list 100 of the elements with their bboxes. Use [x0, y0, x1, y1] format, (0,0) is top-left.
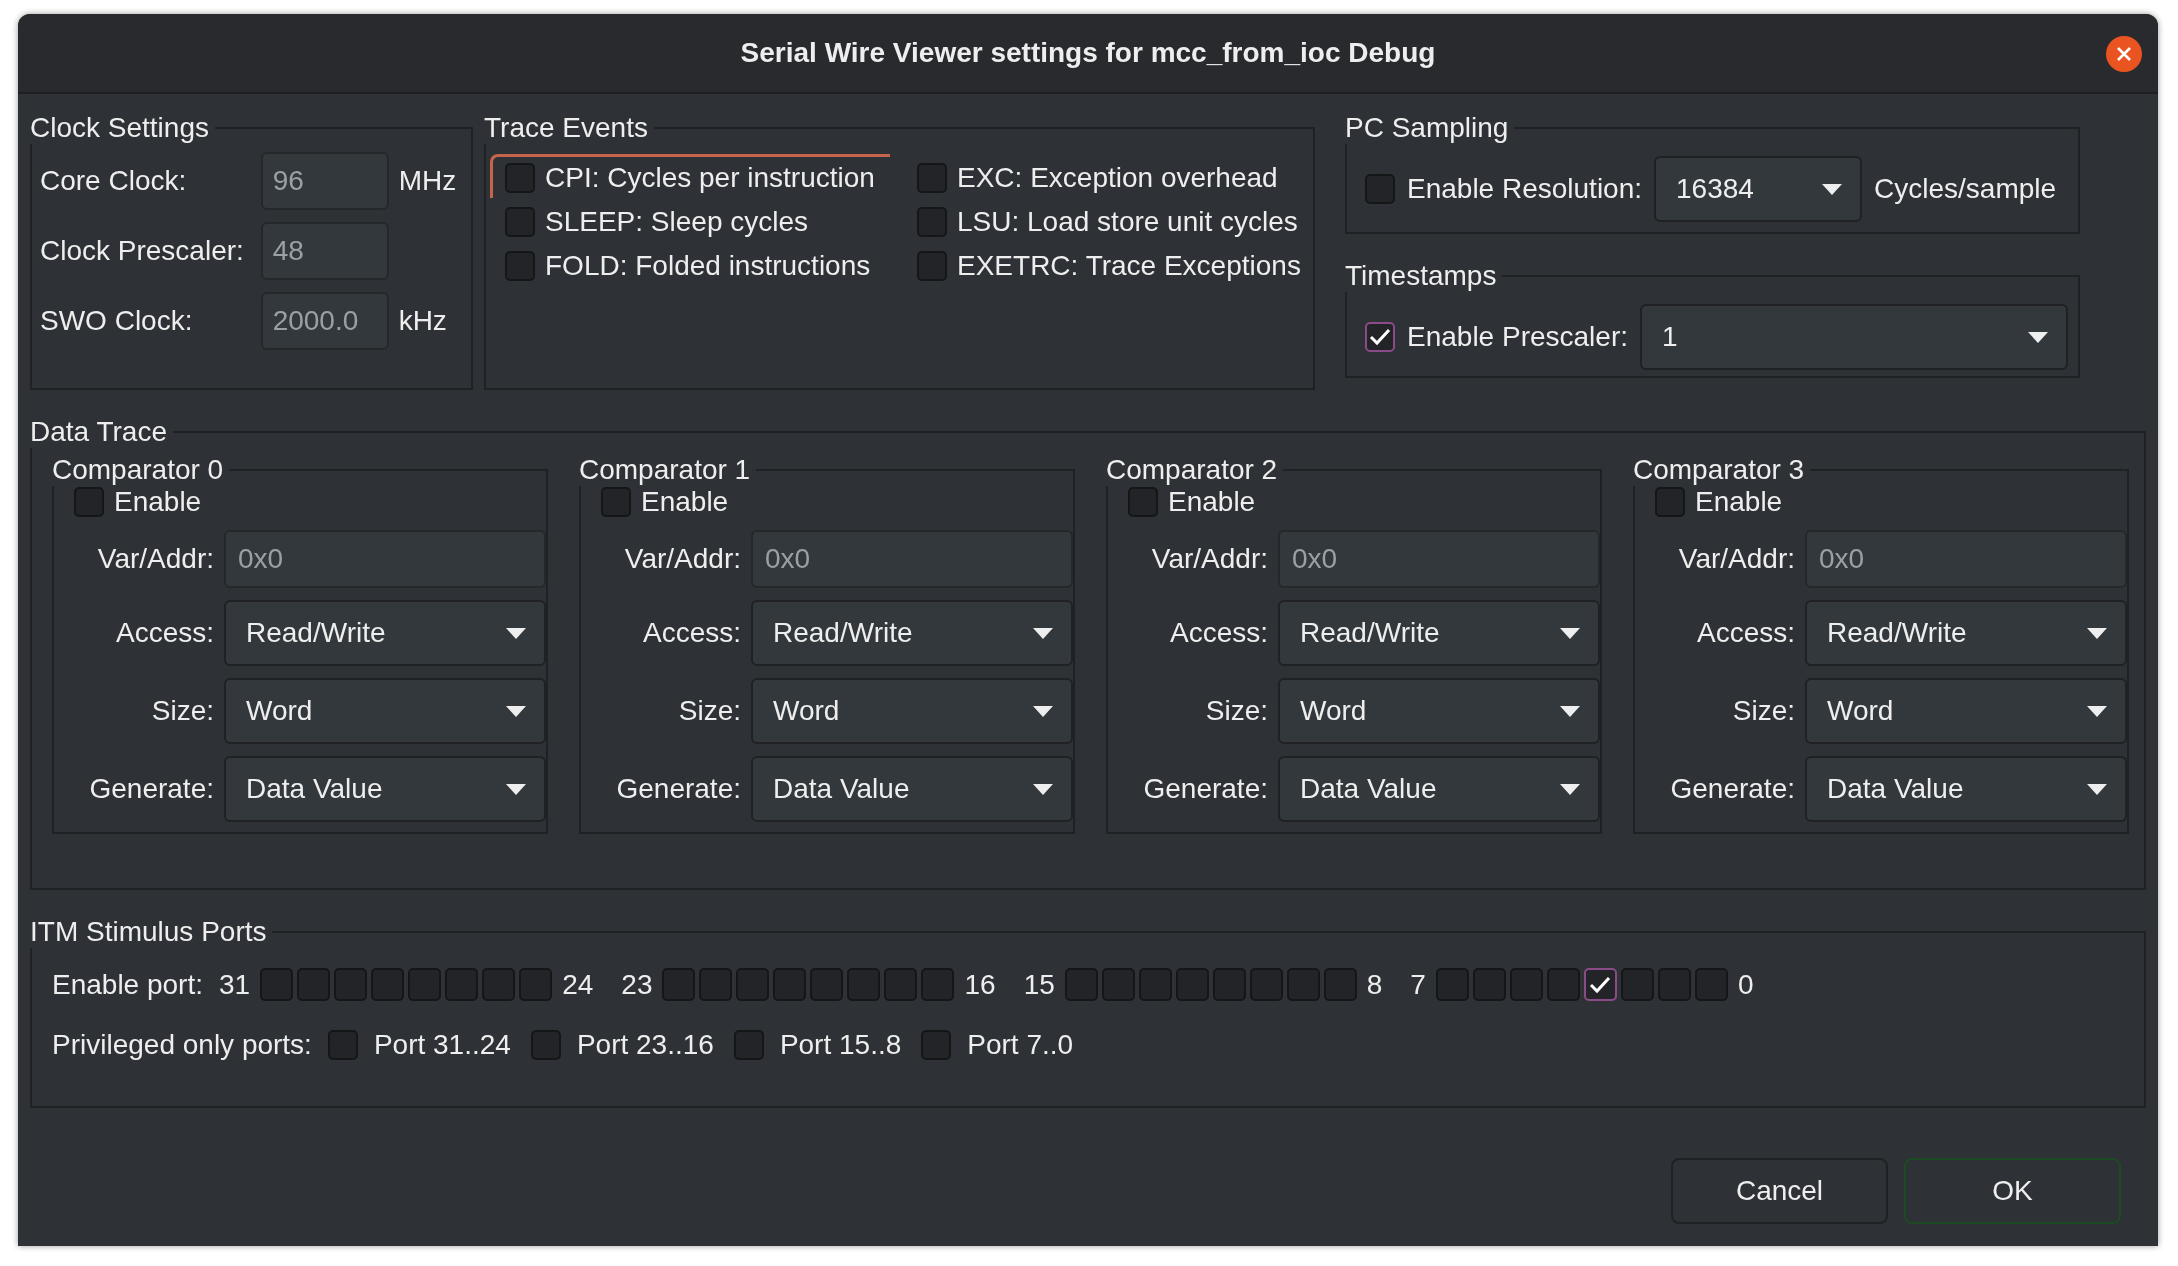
checkbox[interactable]: [505, 250, 535, 281]
checkbox[interactable]: [1365, 174, 1395, 204]
field-label: Var/Addr:: [1150, 543, 1268, 575]
checkbox[interactable]: [917, 250, 947, 281]
group-title: Comparator 3: [1633, 454, 1806, 486]
option-label: Port 7..0: [967, 1029, 1074, 1061]
checkbox[interactable]: [921, 1030, 952, 1060]
checkbox[interactable]: [334, 968, 368, 1001]
field-label: Access:: [1168, 617, 1268, 649]
field-label: Size:: [1204, 695, 1268, 727]
checkbox[interactable]: [519, 968, 553, 1001]
checkbox[interactable]: [1064, 968, 1098, 1001]
group-title: Trace Events: [484, 112, 649, 144]
trace-event-option[interactable]: CPI: Cycles per instruction: [490, 154, 890, 198]
dropdown[interactable]: Read/Write: [224, 600, 546, 666]
unit-label: kHz: [398, 305, 448, 337]
dropdown[interactable]: Word: [1805, 678, 2127, 744]
checkbox[interactable]: [1583, 968, 1617, 1001]
dropdown[interactable]: Word: [751, 678, 1073, 744]
checkbox[interactable]: [1694, 968, 1728, 1001]
checkbox[interactable]: [1101, 968, 1135, 1001]
dropdown[interactable]: 1: [1640, 304, 2068, 370]
field-label: Generate:: [1669, 773, 1795, 805]
checkbox[interactable]: [74, 487, 104, 517]
checkbox[interactable]: [505, 206, 535, 237]
field-label: Generate:: [1142, 773, 1268, 805]
dropdown[interactable]: Data Value: [224, 756, 546, 822]
dropdown[interactable]: Data Value: [751, 756, 1073, 822]
option-label: Port 23..16: [576, 1029, 714, 1061]
checkbox[interactable]: [699, 968, 733, 1001]
option-label: Enable: [1168, 486, 1256, 518]
dropdown[interactable]: Word: [224, 678, 546, 744]
dialog-button[interactable]: OK: [1904, 1158, 2121, 1224]
port-number: 24: [561, 968, 595, 1001]
checkbox[interactable]: [1620, 968, 1654, 1001]
checkbox[interactable]: [297, 968, 331, 1001]
checkbox[interactable]: [1323, 968, 1357, 1001]
checkbox[interactable]: [884, 968, 918, 1001]
dropdown[interactable]: Data Value: [1805, 756, 2127, 822]
option-label: EXC: Exception overhead: [957, 161, 1278, 194]
checkbox[interactable]: [810, 968, 844, 1001]
checkbox[interactable]: [1249, 968, 1283, 1001]
checkbox[interactable]: [917, 206, 947, 237]
checkbox[interactable]: [327, 1030, 358, 1060]
window-title: Serial Wire Viewer settings for mcc_from_ioc Debug: [740, 37, 1436, 69]
close-icon: [2116, 46, 2132, 62]
trace-event-option[interactable]: LSU: Load store unit cycles: [902, 198, 1313, 242]
checkbox[interactable]: [1472, 968, 1506, 1001]
port-number: 16: [963, 968, 997, 1001]
checkbox[interactable]: [773, 968, 807, 1001]
checkbox[interactable]: [260, 968, 294, 1001]
field-label: Clock Prescaler:: [40, 235, 245, 267]
checkbox[interactable]: [530, 1030, 561, 1060]
field-label: Var/Addr:: [96, 543, 214, 575]
checkbox[interactable]: [662, 968, 696, 1001]
port-number: 0: [1736, 968, 1755, 1001]
dropdown[interactable]: Read/Write: [751, 600, 1073, 666]
dropdown[interactable]: Read/Write: [1278, 600, 1600, 666]
checkbox[interactable]: [1655, 487, 1685, 517]
checkbox[interactable]: [445, 968, 479, 1001]
caret-icon: [2028, 331, 2048, 343]
option-label: Enable: [1695, 486, 1783, 518]
option-label: EXETRC: Trace Exceptions: [957, 249, 1301, 282]
checkbox[interactable]: [1435, 968, 1469, 1001]
caret-icon: [2087, 627, 2107, 639]
checkbox[interactable]: [733, 1030, 764, 1060]
checkbox[interactable]: [482, 968, 516, 1001]
dropdown[interactable]: Word: [1278, 678, 1600, 744]
dialog-button[interactable]: Cancel: [1671, 1158, 1888, 1224]
checkbox[interactable]: [1657, 968, 1691, 1001]
checkbox[interactable]: [917, 162, 947, 193]
checkbox[interactable]: [1546, 968, 1580, 1001]
checkbox[interactable]: [1365, 322, 1395, 352]
option-label: Port 31..24: [373, 1029, 511, 1061]
checkbox[interactable]: [736, 968, 770, 1001]
field-label: Generate:: [88, 773, 214, 805]
trace-event-option[interactable]: EXETRC: Trace Exceptions: [902, 242, 1313, 286]
checkbox[interactable]: [1175, 968, 1209, 1001]
option-label: CPI: Cycles per instruction: [545, 161, 875, 194]
checkbox[interactable]: [601, 487, 631, 517]
checkbox[interactable]: [1138, 968, 1172, 1001]
dropdown[interactable]: Read/Write: [1805, 600, 2127, 666]
checkbox[interactable]: [408, 968, 442, 1001]
caret-icon: [1560, 783, 1580, 795]
option-label: Enable: [114, 486, 202, 518]
checkbox[interactable]: [505, 162, 535, 193]
checkbox[interactable]: [1286, 968, 1320, 1001]
trace-event-option[interactable]: EXC: Exception overhead: [902, 154, 1313, 198]
checkbox[interactable]: [921, 968, 955, 1001]
trace-event-option[interactable]: FOLD: Folded instructions: [490, 242, 890, 286]
checkbox[interactable]: [371, 968, 405, 1001]
trace-event-option[interactable]: SLEEP: Sleep cycles: [490, 198, 890, 242]
dropdown[interactable]: Data Value: [1278, 756, 1600, 822]
close-button[interactable]: [2106, 36, 2142, 72]
checkbox[interactable]: [1509, 968, 1543, 1001]
option-label: FOLD: Folded instructions: [545, 249, 871, 282]
checkbox[interactable]: [847, 968, 881, 1001]
checkbox[interactable]: [1128, 487, 1158, 517]
dropdown[interactable]: 16384: [1654, 156, 1863, 222]
checkbox[interactable]: [1212, 968, 1246, 1001]
